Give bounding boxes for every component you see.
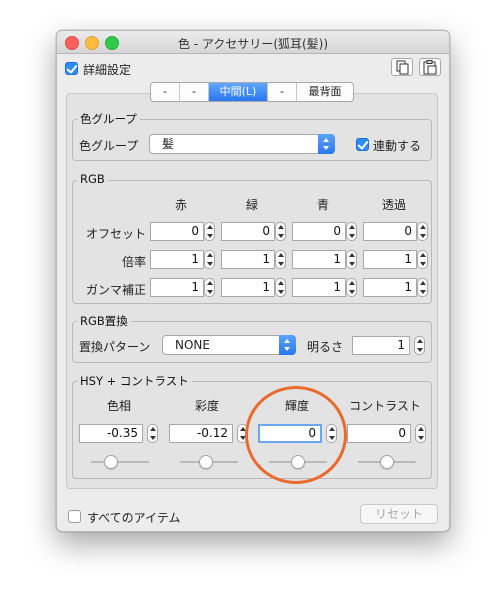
gamma-blue-field[interactable]: 1	[292, 278, 346, 297]
color-group-label: 色グループ	[79, 139, 139, 153]
scale-blue-field[interactable]: 1	[292, 250, 346, 269]
segment-4[interactable]: -	[268, 83, 297, 101]
hue-slider[interactable]	[91, 461, 149, 463]
saturation-slider-knob[interactable]	[198, 455, 213, 469]
offset-green-stepper[interactable]	[275, 222, 286, 241]
gamma-alpha-stepper[interactable]	[417, 278, 428, 297]
scale-green-stepper[interactable]	[275, 250, 286, 269]
rgb-row-label: ガンマ補正	[86, 283, 147, 297]
segment-backmost[interactable]: 最背面	[297, 83, 353, 101]
rgb-header-alpha: 透過	[381, 198, 406, 212]
contrast-slider-knob[interactable]	[380, 455, 394, 469]
color-group-legend: 色グループ	[77, 111, 140, 127]
offset-alpha-stepper[interactable]	[417, 222, 428, 241]
scale-red-stepper[interactable]	[204, 250, 215, 269]
all-items-label: すべてのアイテム	[87, 511, 181, 525]
gamma-red-field[interactable]: 1	[150, 278, 204, 297]
contrast-field[interactable]: 0	[347, 424, 411, 443]
scale-green-field[interactable]: 1	[221, 250, 275, 269]
hue-field[interactable]: -0.35	[79, 424, 143, 443]
rgb-row-label: 倍率	[122, 255, 147, 269]
gamma-green-stepper[interactable]	[275, 278, 286, 297]
gamma-blue-stepper[interactable]	[346, 278, 357, 297]
link-checkbox[interactable]	[356, 138, 369, 151]
segment-2[interactable]: -	[180, 83, 209, 101]
replace-pattern-popup[interactable]: NONE	[162, 335, 296, 355]
gamma-red-stepper[interactable]	[204, 278, 215, 297]
hsy-legend: HSY + コントラスト	[77, 373, 192, 389]
reset-button[interactable]: リセット	[360, 504, 438, 524]
contrast-stepper[interactable]	[415, 424, 426, 443]
offset-red-stepper[interactable]	[204, 222, 215, 241]
color-group-popup[interactable]: 髪	[149, 134, 335, 154]
gamma-green-field[interactable]: 1	[221, 278, 275, 297]
paste-button[interactable]	[419, 58, 441, 76]
popup-arrows-icon	[279, 335, 296, 355]
copy-button[interactable]	[391, 58, 413, 76]
offset-alpha-field[interactable]: 0	[363, 222, 417, 241]
detail-settings-checkbox[interactable]	[65, 62, 78, 75]
rgb-header-blue: 青	[316, 198, 329, 212]
rgb-legend: RGB	[77, 172, 108, 186]
scale-alpha-stepper[interactable]	[417, 250, 428, 269]
hue-stepper[interactable]	[147, 424, 158, 443]
hsy-header-contrast: コントラスト	[349, 399, 421, 413]
title-bar: 色 - アクセサリー(狐耳(髪))	[57, 31, 449, 54]
hue-slider-knob[interactable]	[103, 455, 118, 469]
hsy-header-saturation: 彩度	[194, 399, 219, 413]
color-group-value: 髪	[162, 137, 175, 151]
offset-blue-stepper[interactable]	[346, 222, 357, 241]
offset-red-field[interactable]: 0	[150, 222, 204, 241]
brightness-stepper[interactable]	[414, 336, 425, 355]
scale-red-field[interactable]: 1	[150, 250, 204, 269]
replace-pattern-value: NONE	[175, 338, 210, 352]
rgb-replace-legend: RGB置換	[77, 313, 131, 329]
hsy-header-hue: 色相	[106, 399, 131, 413]
detail-settings-label: 詳細設定	[83, 63, 132, 77]
scale-blue-stepper[interactable]	[346, 250, 357, 269]
rgb-header-green: 緑	[245, 198, 258, 212]
brightness-field[interactable]: 1	[352, 336, 410, 355]
rgb-row-label: オフセット	[86, 227, 147, 241]
highlight-ring	[245, 386, 347, 484]
offset-blue-field[interactable]: 0	[292, 222, 346, 241]
gamma-alpha-field[interactable]: 1	[363, 278, 417, 297]
rgb-header-red: 赤	[174, 198, 187, 212]
copy-icon	[396, 60, 409, 75]
window-title: 色 - アクセサリー(狐耳(髪))	[177, 37, 329, 51]
segment-middle[interactable]: 中間(L)	[209, 83, 268, 101]
all-items-checkbox[interactable]	[68, 510, 81, 523]
popup-arrows-icon	[318, 134, 335, 154]
link-label: 連動する	[373, 139, 422, 153]
scale-alpha-field[interactable]: 1	[363, 250, 417, 269]
layer-segmented-control[interactable]: - - 中間(L) - 最背面	[150, 82, 354, 102]
brightness-label: 明るさ	[307, 340, 344, 354]
saturation-field[interactable]: -0.12	[169, 424, 233, 443]
segment-1[interactable]: -	[151, 83, 180, 101]
offset-green-field[interactable]: 0	[221, 222, 275, 241]
paste-icon	[423, 60, 437, 75]
replace-pattern-label: 置換パターン	[79, 340, 151, 354]
